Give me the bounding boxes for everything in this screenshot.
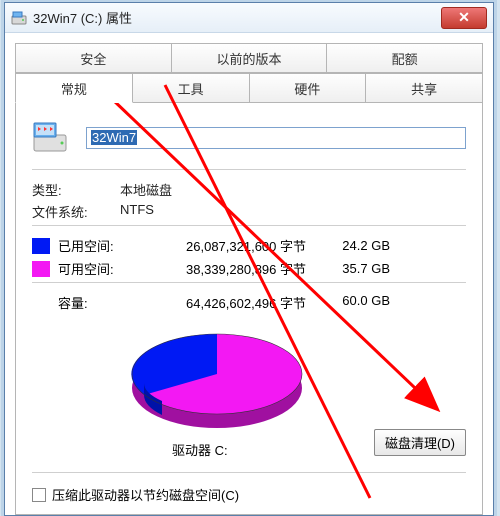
- drive-name-text: 32Win7: [91, 130, 137, 145]
- tab-previous-versions[interactable]: 以前的版本: [171, 43, 328, 73]
- free-bytes: 38,339,280,896 字节: [134, 259, 320, 278]
- tab-general[interactable]: 常规: [15, 73, 133, 103]
- used-gb: 24.2 GB: [320, 238, 390, 253]
- tab-quota[interactable]: 配额: [326, 43, 483, 73]
- type-value: 本地磁盘: [120, 180, 466, 199]
- capacity-label: 容量:: [32, 293, 134, 312]
- titlebar[interactable]: 32Win7 (C:) 属性 ✕: [5, 3, 493, 33]
- tab-hardware[interactable]: 硬件: [249, 73, 367, 103]
- drive-caption: 驱动器 C:: [172, 440, 228, 459]
- filesystem-value: NTFS: [120, 202, 466, 221]
- used-swatch: [32, 238, 50, 254]
- close-button[interactable]: ✕: [441, 7, 487, 29]
- dialog-body: 安全 以前的版本 配额 常规 工具 硬件 共享 32Win7 类型:本地磁盘 文…: [5, 33, 493, 515]
- drive-icon: [11, 10, 27, 26]
- separator: [32, 169, 466, 170]
- general-panel: 32Win7 类型:本地磁盘 文件系统:NTFS 已用空间: 26,087,32…: [15, 103, 483, 515]
- type-label: 类型:: [32, 180, 120, 199]
- free-gb: 35.7 GB: [320, 261, 390, 276]
- tab-security[interactable]: 安全: [15, 43, 172, 73]
- pie-chart: [122, 318, 312, 438]
- separator: [32, 472, 466, 473]
- used-label: 已用空间:: [58, 236, 134, 255]
- free-label: 可用空间:: [58, 259, 134, 278]
- capacity-bytes: 64,426,602,496 字节: [134, 293, 320, 312]
- separator: [32, 225, 466, 226]
- compress-checkbox[interactable]: [32, 488, 46, 502]
- free-space-row: 可用空间: 38,339,280,896 字节 35.7 GB: [32, 259, 466, 278]
- properties-window: 32Win7 (C:) 属性 ✕ 安全 以前的版本 配额 常规 工具 硬件 共享…: [4, 2, 494, 516]
- used-space-row: 已用空间: 26,087,321,600 字节 24.2 GB: [32, 236, 466, 255]
- capacity-row: 容量: 64,426,602,496 字节 60.0 GB: [32, 293, 466, 312]
- free-swatch: [32, 261, 50, 277]
- close-icon: ✕: [458, 9, 470, 26]
- disk-cleanup-button[interactable]: 磁盘清理(D): [374, 429, 466, 456]
- tab-sharing[interactable]: 共享: [365, 73, 483, 103]
- used-bytes: 26,087,321,600 字节: [134, 236, 320, 255]
- drive-name-input[interactable]: 32Win7: [86, 127, 466, 149]
- tab-tools[interactable]: 工具: [132, 73, 250, 103]
- filesystem-label: 文件系统:: [32, 202, 120, 221]
- tab-row-bottom: 常规 工具 硬件 共享: [15, 73, 483, 103]
- compress-label: 压缩此驱动器以节约磁盘空间(C): [52, 485, 239, 504]
- drive-large-icon: [32, 121, 68, 155]
- pie-chart-area: 驱动器 C: 磁盘清理(D): [32, 318, 466, 468]
- capacity-gb: 60.0 GB: [320, 293, 390, 312]
- separator: [32, 282, 466, 283]
- tab-row-top: 安全 以前的版本 配额: [15, 43, 483, 73]
- window-title: 32Win7 (C:) 属性: [33, 8, 441, 27]
- compress-row: 压缩此驱动器以节约磁盘空间(C): [32, 485, 466, 504]
